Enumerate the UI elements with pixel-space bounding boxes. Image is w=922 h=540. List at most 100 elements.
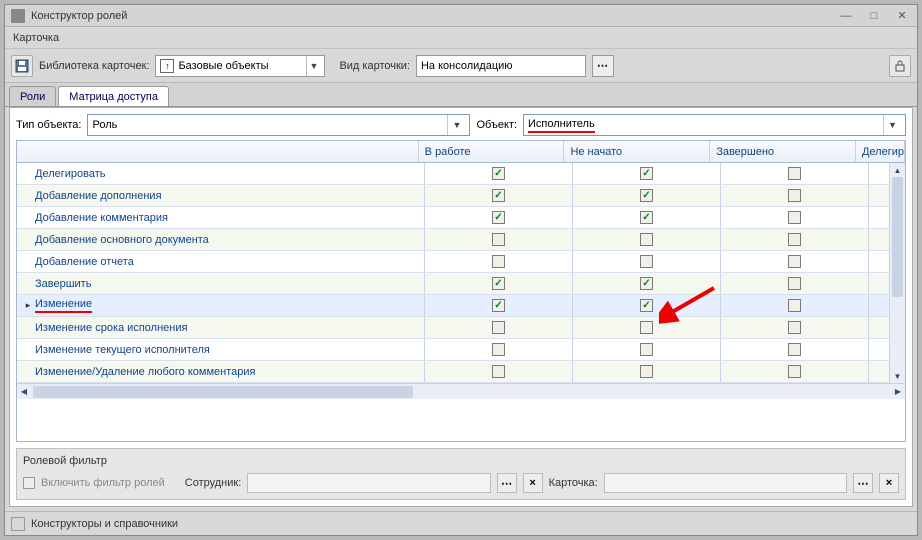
perm-cell: [573, 295, 721, 316]
perm-cell: [573, 185, 721, 206]
perm-checkbox[interactable]: [492, 299, 505, 312]
object-combo[interactable]: Исполнитель ▼: [523, 114, 906, 136]
table-row[interactable]: Добавление отчета: [17, 251, 889, 273]
employee-input[interactable]: [247, 473, 490, 493]
statusbar-text[interactable]: Конструкторы и справочники: [31, 518, 178, 530]
perm-checkbox[interactable]: [640, 211, 653, 224]
row-name-cell: ▸Изменение: [17, 295, 425, 316]
perm-checkbox[interactable]: [788, 299, 801, 312]
perm-cell: [573, 273, 721, 294]
object-value: Исполнитель: [528, 118, 879, 133]
perm-checkbox[interactable]: [788, 167, 801, 180]
tab-roles[interactable]: Роли: [9, 86, 56, 106]
hscroll-thumb[interactable]: [33, 386, 413, 398]
card-clear-button[interactable]: ×: [879, 473, 899, 493]
scroll-thumb[interactable]: [892, 177, 903, 297]
chevron-down-icon[interactable]: ▼: [306, 56, 320, 76]
table-row[interactable]: ▸Изменение: [17, 295, 889, 317]
table-row[interactable]: Изменение текущего исполнителя: [17, 339, 889, 361]
col-inprogress[interactable]: В работе: [419, 141, 565, 162]
perm-checkbox[interactable]: [788, 343, 801, 356]
close-button[interactable]: ✕: [893, 9, 911, 23]
perm-cell: [425, 295, 573, 316]
perm-checkbox[interactable]: [640, 255, 653, 268]
table-row[interactable]: Добавление комментария: [17, 207, 889, 229]
perm-cell: [573, 251, 721, 272]
perm-checkbox[interactable]: [640, 233, 653, 246]
perm-cell: [425, 339, 573, 360]
perm-checkbox[interactable]: [788, 189, 801, 202]
scroll-up-icon[interactable]: ▲: [890, 163, 905, 177]
perm-cell: [573, 339, 721, 360]
maximize-button[interactable]: □: [865, 9, 883, 23]
perm-cell: [425, 207, 573, 228]
table-row[interactable]: Изменение срока исполнения: [17, 317, 889, 339]
library-combo[interactable]: ↑ Базовые объекты ▼: [155, 55, 325, 77]
scroll-left-icon[interactable]: ◀: [17, 385, 31, 399]
row-name: Изменение срока исполнения: [35, 322, 187, 334]
scroll-down-icon[interactable]: ▼: [890, 369, 905, 383]
chevron-down-icon[interactable]: ▼: [447, 115, 465, 135]
perm-checkbox[interactable]: [492, 167, 505, 180]
cardtype-combo[interactable]: На консолидацию: [416, 55, 586, 77]
statusbar: Конструкторы и справочники: [5, 511, 917, 535]
table-row[interactable]: Добавление основного документа: [17, 229, 889, 251]
save-icon[interactable]: [11, 55, 33, 77]
table-row[interactable]: Делегировать: [17, 163, 889, 185]
perm-checkbox[interactable]: [492, 277, 505, 290]
perm-checkbox[interactable]: [492, 233, 505, 246]
perm-checkbox[interactable]: [788, 233, 801, 246]
cardtype-browse-button[interactable]: ⋯: [592, 55, 614, 77]
enable-filter-checkbox[interactable]: [23, 477, 35, 489]
horizontal-scrollbar[interactable]: ◀ ▶: [17, 383, 905, 399]
perm-checkbox[interactable]: [492, 365, 505, 378]
tab-matrix[interactable]: Матрица доступа: [58, 86, 169, 106]
table-row[interactable]: Завершить: [17, 273, 889, 295]
row-name-cell: Изменение срока исполнения: [17, 317, 425, 338]
enable-filter-label: Включить фильтр ролей: [41, 477, 165, 489]
perm-checkbox[interactable]: [492, 255, 505, 268]
row-name-cell: Изменение/Удаление любого комментария: [17, 361, 425, 382]
perm-checkbox[interactable]: [492, 211, 505, 224]
row-name: Изменение/Удаление любого комментария: [35, 366, 255, 378]
perm-checkbox[interactable]: [788, 365, 801, 378]
objtype-label: Тип объекта:: [16, 119, 81, 131]
perm-checkbox[interactable]: [492, 321, 505, 334]
perm-cell: [721, 339, 869, 360]
table-row[interactable]: Добавление дополнения: [17, 185, 889, 207]
row-name-cell: Добавление дополнения: [17, 185, 425, 206]
objtype-combo[interactable]: Роль ▼: [87, 114, 470, 136]
table-row[interactable]: Изменение/Удаление любого комментария: [17, 361, 889, 383]
perm-checkbox[interactable]: [492, 343, 505, 356]
perm-checkbox[interactable]: [640, 321, 653, 334]
perm-checkbox[interactable]: [788, 277, 801, 290]
grid-body: ДелегироватьДобавление дополненияДобавле…: [17, 163, 905, 383]
perm-checkbox[interactable]: [640, 299, 653, 312]
col-notstarted[interactable]: Не начато: [564, 141, 710, 162]
chevron-down-icon[interactable]: ▼: [883, 115, 901, 135]
minimize-button[interactable]: ―: [837, 9, 855, 23]
lock-icon[interactable]: [889, 55, 911, 77]
scroll-right-icon[interactable]: ▶: [891, 385, 905, 399]
card-browse-button[interactable]: ⋯: [853, 473, 873, 493]
access-grid: В работе Не начато Завершено Делегир Дел…: [16, 140, 906, 442]
employee-clear-button[interactable]: ×: [523, 473, 543, 493]
perm-checkbox[interactable]: [788, 211, 801, 224]
perm-checkbox[interactable]: [788, 255, 801, 268]
perm-checkbox[interactable]: [788, 321, 801, 334]
card-input[interactable]: [604, 473, 847, 493]
grid-header: В работе Не начато Завершено Делегир: [17, 141, 905, 163]
perm-checkbox[interactable]: [492, 189, 505, 202]
perm-checkbox[interactable]: [640, 167, 653, 180]
perm-checkbox[interactable]: [640, 277, 653, 290]
menu-card[interactable]: Карточка: [13, 32, 59, 44]
perm-checkbox[interactable]: [640, 189, 653, 202]
vertical-scrollbar[interactable]: ▲ ▼: [889, 163, 905, 383]
col-completed[interactable]: Завершено: [710, 141, 856, 162]
col-delegated[interactable]: Делегир: [856, 141, 905, 162]
role-filter-panel: Ролевой фильтр Включить фильтр ролей Сот…: [16, 448, 906, 500]
employee-browse-button[interactable]: ⋯: [497, 473, 517, 493]
perm-cell: [425, 251, 573, 272]
perm-checkbox[interactable]: [640, 343, 653, 356]
perm-checkbox[interactable]: [640, 365, 653, 378]
